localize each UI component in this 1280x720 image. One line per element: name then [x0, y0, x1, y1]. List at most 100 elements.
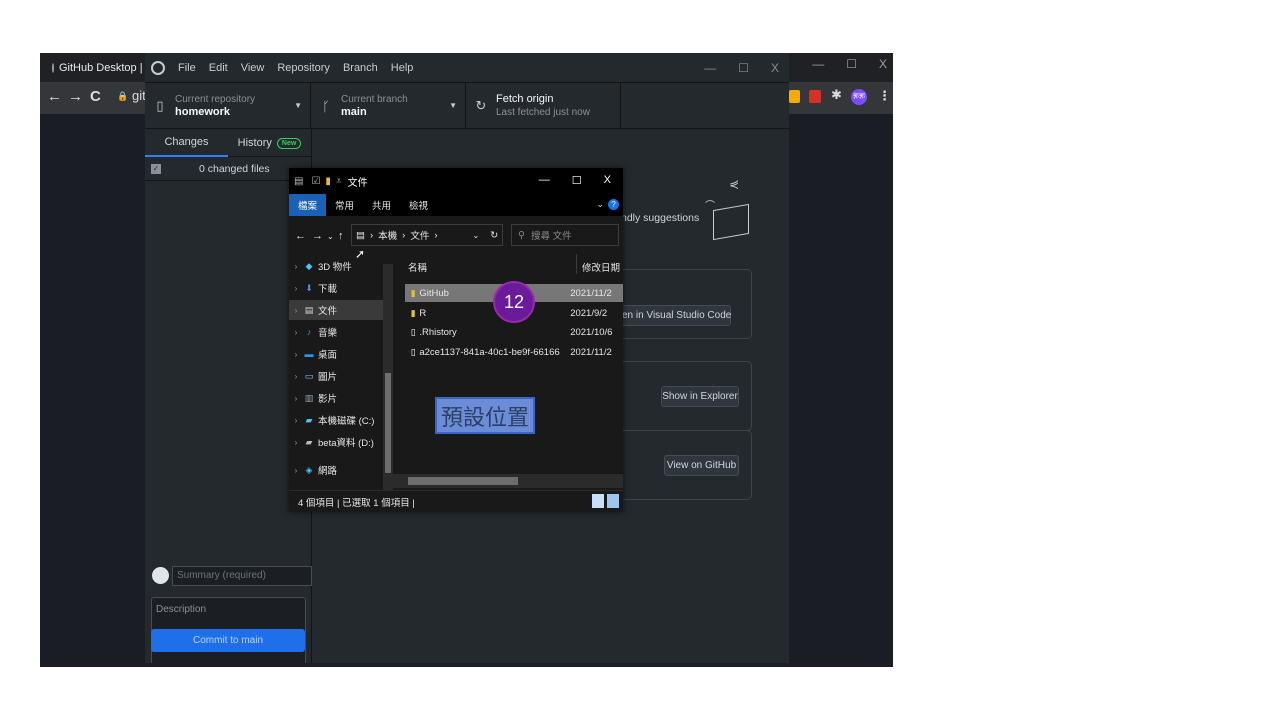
search-input[interactable]: ⚲ 搜尋 文件 [511, 224, 619, 246]
minimize-button[interactable]: — [539, 174, 550, 187]
address-bar[interactable]: git [132, 88, 146, 103]
nav-item-3d-objects[interactable]: › ◆ 3D 物件 [289, 256, 383, 276]
commit-button[interactable]: Commit to main [151, 629, 305, 652]
expand-chevron-icon[interactable]: › [289, 306, 303, 315]
ribbon-tab-home[interactable]: 常用 [326, 194, 363, 216]
nav-item-drive-c[interactable]: › ▰ 本機磁碟 (C:) [289, 410, 383, 430]
maximize-button[interactable]: ☐ [738, 61, 749, 75]
file-name: R [419, 307, 427, 319]
desktop-icon: ▬ [304, 349, 314, 359]
menu-branch[interactable]: Branch [343, 62, 378, 74]
file-row[interactable]: ▯ .Rhistory 2021/10/6 [405, 323, 623, 341]
fetch-origin-button[interactable]: ↻ Fetch origin Last fetched just now [466, 83, 621, 129]
nav-item-documents[interactable]: › ▤ 文件 [289, 300, 383, 320]
close-button[interactable]: X [879, 57, 887, 71]
nav-item-label: 圖片 [318, 372, 338, 383]
open-in-vscode-button[interactable]: Open in Visual Studio Code [609, 305, 731, 326]
menu-edit[interactable]: Edit [209, 62, 228, 74]
expand-chevron-icon[interactable]: › [289, 466, 303, 475]
puzzle-icon[interactable]: ✱ [831, 87, 842, 103]
close-button[interactable]: X [771, 61, 779, 75]
expand-chevron-icon[interactable]: › [289, 416, 303, 425]
column-header-name[interactable]: 名稱 [408, 260, 427, 274]
minimize-button[interactable]: — [812, 57, 824, 71]
back-icon[interactable]: ← [295, 230, 306, 242]
ribbon-tab-view[interactable]: 檢視 [400, 194, 437, 216]
nav-item-drive-d[interactable]: › ▰ beta資料 (D:) [289, 432, 383, 452]
nav-item-pictures[interactable]: › ▭ 圖片 [289, 366, 383, 386]
column-divider[interactable] [576, 254, 577, 274]
pictures-icon: ▭ [304, 370, 314, 381]
illustration-box-icon [713, 203, 749, 241]
browser-tab[interactable]: GitHub Desktop | Sin [46, 53, 156, 82]
reload-icon[interactable]: C [90, 88, 101, 105]
address-bar[interactable]: ▤ › 本機 › 文件 › ⌄ ↻ [351, 224, 503, 246]
tab-history[interactable]: History New [228, 129, 311, 157]
new-badge: New [276, 137, 302, 149]
expand-chevron-icon[interactable]: › [289, 372, 303, 381]
nav-item-label: 文件 [318, 306, 338, 317]
view-on-github-button[interactable]: View on GitHub [664, 455, 739, 476]
current-repository-value: homework [175, 106, 231, 118]
file-icon: ▯ [410, 346, 416, 357]
more-menu-icon[interactable]: ⋮ [878, 88, 891, 104]
downloads-icon: ⬇ [305, 282, 313, 293]
close-button[interactable]: X [604, 174, 611, 187]
details-view-button[interactable] [592, 494, 604, 508]
breadcrumb-separator: › [369, 229, 374, 241]
horizontal-scrollbar-thumb[interactable] [408, 477, 518, 485]
extension-icon-1[interactable] [789, 90, 800, 103]
profile-avatar[interactable]: 郭郭 [851, 89, 867, 105]
file-row[interactable]: ▯ a2ce1137-841a-40c1-be9f-6616645a2... 2… [405, 343, 623, 361]
forward-icon[interactable]: → [312, 230, 323, 242]
explorer-window-controls: — ☐ X [539, 174, 611, 187]
expand-chevron-icon[interactable]: › [289, 284, 303, 293]
expand-chevron-icon[interactable]: › [289, 328, 303, 337]
maximize-button[interactable]: ☐ [846, 57, 857, 71]
up-icon[interactable]: ↑ [338, 230, 344, 242]
nav-item-network[interactable]: › ◈ 網路 [289, 460, 383, 480]
document-icon: ▤ [356, 229, 365, 241]
recent-locations-icon[interactable]: ⌄ [327, 232, 334, 241]
select-all-checkbox[interactable]: ✓ [151, 163, 161, 174]
ghd-window-controls: — ☐ X [704, 61, 779, 75]
menu-help[interactable]: Help [391, 62, 414, 74]
menu-file[interactable]: File [178, 62, 196, 74]
nav-item-desktop[interactable]: › ▬ 桌面 [289, 344, 383, 364]
show-in-explorer-button[interactable]: Show in Explorer [661, 386, 739, 407]
quick-access-dropdown-icon[interactable]: ⩡ [336, 176, 342, 187]
help-icon[interactable]: ? [608, 199, 619, 210]
expand-chevron-icon[interactable]: › [289, 350, 303, 359]
tab-changes[interactable]: Changes [145, 129, 228, 157]
large-icons-view-button[interactable] [607, 494, 619, 508]
check-icon[interactable]: ☑ [311, 176, 320, 187]
extension-icon-2[interactable] [809, 90, 821, 103]
column-header-date[interactable]: 修改日期 [582, 260, 620, 274]
ribbon-tab-share[interactable]: 共用 [363, 194, 400, 216]
nav-item-music[interactable]: › ♪ 音樂 [289, 322, 383, 342]
nav-item-label: 音樂 [318, 328, 338, 339]
current-branch-button[interactable]: ᚴ Current branch main ▼ [311, 83, 466, 129]
folder-icon[interactable]: ▮ [325, 176, 331, 187]
nav-scrollbar-thumb[interactable] [385, 373, 391, 473]
breadcrumb-documents[interactable]: 文件 [410, 228, 429, 242]
nav-item-videos[interactable]: › ▥ 影片 [289, 388, 383, 408]
minimize-button[interactable]: — [704, 61, 716, 75]
refresh-icon[interactable]: ↻ [490, 230, 498, 241]
summary-input[interactable]: Summary (required) [172, 566, 312, 586]
expand-chevron-icon[interactable]: › [289, 438, 303, 447]
current-branch-value: main [341, 106, 367, 118]
address-dropdown-icon[interactable]: ⌄ [473, 231, 480, 240]
maximize-button[interactable]: ☐ [572, 174, 582, 187]
menu-repository[interactable]: Repository [277, 62, 330, 74]
expand-chevron-icon[interactable]: › [289, 262, 303, 271]
back-icon[interactable]: ← [47, 88, 62, 105]
ribbon-expand-icon[interactable]: ⌄ [596, 199, 604, 210]
expand-chevron-icon[interactable]: › [289, 394, 303, 403]
current-repository-button[interactable]: ▯ Current repository homework ▼ [145, 83, 311, 129]
menu-view[interactable]: View [241, 62, 265, 74]
breadcrumb-this-pc[interactable]: 本機 [378, 228, 397, 242]
nav-item-downloads[interactable]: › ⬇ 下載 [289, 278, 383, 298]
forward-icon[interactable]: → [68, 88, 83, 105]
ribbon-tab-file[interactable]: 檔案 [289, 194, 327, 216]
